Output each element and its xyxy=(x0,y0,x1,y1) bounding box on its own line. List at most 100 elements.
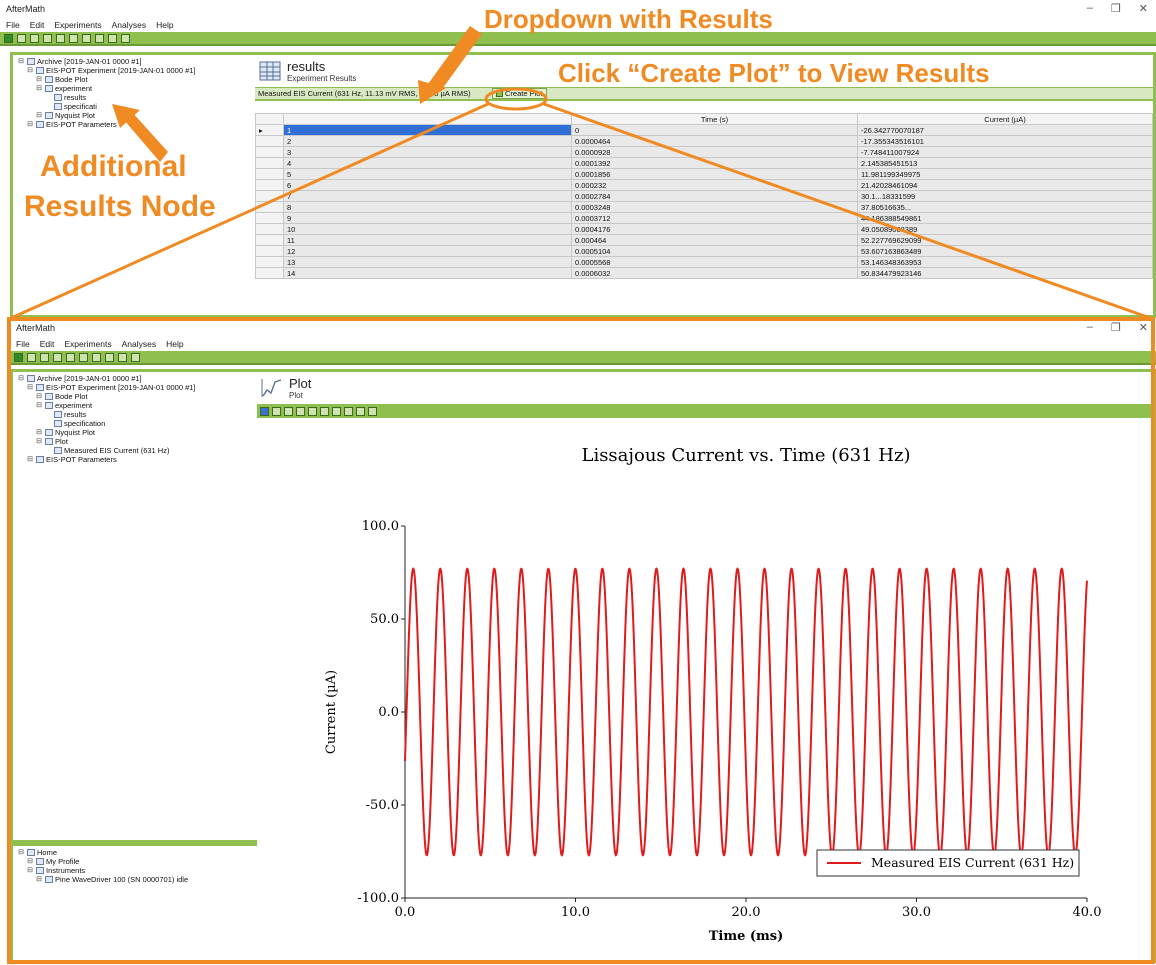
plot-new-icon[interactable] xyxy=(27,352,36,362)
plot-menu-edit[interactable]: Edit xyxy=(40,339,55,349)
plot-tree-node[interactable]: ⊟ Nyquist Plot xyxy=(17,428,253,437)
plot-chart-icon[interactable] xyxy=(131,352,140,362)
expand-toggle-icon[interactable]: ⊟ xyxy=(35,875,43,884)
plot-run-icon[interactable] xyxy=(14,352,23,362)
save-icon[interactable] xyxy=(43,33,52,43)
expand-toggle-icon[interactable]: ⊟ xyxy=(35,75,43,84)
plot-export-icon[interactable] xyxy=(66,352,75,362)
expand-toggle-icon[interactable]: ⊟ xyxy=(26,455,34,464)
plot-sum-icon[interactable] xyxy=(118,352,127,362)
row-selector[interactable] xyxy=(255,157,284,169)
home-tree-node[interactable]: ⊟ My Profile xyxy=(17,857,253,866)
cell-current[interactable]: 50.834479923146 xyxy=(857,267,1153,279)
table-row[interactable]: 2 0.0000464 -17.355343516101 xyxy=(255,135,1153,147)
close-icon[interactable]: ✕ xyxy=(1139,2,1148,15)
cell-index[interactable]: 6 xyxy=(283,179,572,191)
plot-menu-help[interactable]: Help xyxy=(166,339,183,349)
cell-current[interactable]: -26.342770070187 xyxy=(857,124,1153,136)
plot-minimize-icon[interactable]: – xyxy=(1087,321,1093,334)
cell-current[interactable]: 53.607163863489 xyxy=(857,245,1153,257)
top-tree-node[interactable]: ⊟ experiment xyxy=(17,84,251,93)
cell-index[interactable]: 10 xyxy=(283,223,572,235)
row-selector[interactable] xyxy=(255,135,284,147)
expand-toggle-icon[interactable]: ⊟ xyxy=(17,374,25,383)
print-icon[interactable] xyxy=(69,33,78,43)
menu-help[interactable]: Help xyxy=(156,20,173,30)
cell-current[interactable]: -17.355343516101 xyxy=(857,135,1153,147)
plot-close-icon[interactable]: ✕ xyxy=(1139,321,1148,334)
plot-save-icon[interactable] xyxy=(53,352,62,362)
cell-time[interactable]: 0.0005104 xyxy=(571,245,858,257)
expand-toggle-icon[interactable]: ⊟ xyxy=(17,57,25,66)
expand-toggle-icon[interactable]: ⊟ xyxy=(35,84,43,93)
expand-toggle-icon[interactable]: ⊟ xyxy=(35,392,43,401)
menu-analyses[interactable]: Analyses xyxy=(112,20,147,30)
row-selector[interactable] xyxy=(255,267,284,279)
expand-toggle-icon[interactable]: ⊟ xyxy=(35,401,43,410)
expand-toggle-icon[interactable]: ⊟ xyxy=(26,66,34,75)
plot-tree-node[interactable]: ⊟ Archive [2019-JAN-01 0000 #1] xyxy=(17,374,253,383)
menu-edit[interactable]: Edit xyxy=(30,20,45,30)
chart-icon[interactable] xyxy=(121,33,130,43)
table-row[interactable]: 13 0.0005568 53.146348363953 xyxy=(255,256,1153,268)
col-current-header[interactable]: Current (µA) xyxy=(857,113,1153,125)
row-selector[interactable] xyxy=(255,179,284,191)
cell-time[interactable]: 0.000232 xyxy=(571,179,858,191)
top-tree-node[interactable]: ⊟ EIS-POT Parameters xyxy=(17,120,251,129)
table-row[interactable]: 6 0.000232 21.42028461094 xyxy=(255,179,1153,191)
home-tree-node[interactable]: ⊟ Pine WaveDriver 100 (SN 0000701) idle xyxy=(17,875,253,884)
cell-time[interactable]: 0.0001392 xyxy=(571,157,858,169)
zoom-in-icon[interactable] xyxy=(296,406,305,416)
cell-time[interactable]: 0.0006032 xyxy=(571,267,858,279)
cell-index[interactable]: 11 xyxy=(283,234,572,246)
table-row[interactable]: 4 0.0001392 2.145385451513 xyxy=(255,157,1153,169)
table-row[interactable]: 14 0.0006032 50.834479923146 xyxy=(255,267,1153,279)
cell-current[interactable]: 52.227769629099 xyxy=(857,234,1153,246)
home-tree-node[interactable]: ⊟ Instruments xyxy=(17,866,253,875)
expand-toggle-icon[interactable]: ⊟ xyxy=(26,383,34,392)
cell-current[interactable]: 30.1...18331599 xyxy=(857,190,1153,202)
zoom-out-icon[interactable] xyxy=(308,406,317,416)
table-row[interactable]: 7 0.0002784 30.1...18331599 xyxy=(255,190,1153,202)
table-row[interactable]: ▸ 1 0 -26.342770070187 xyxy=(255,124,1153,136)
home-tree-node[interactable]: ⊟ Home xyxy=(17,848,253,857)
copy-icon[interactable] xyxy=(82,33,91,43)
expand-toggle-icon[interactable]: ⊟ xyxy=(17,848,25,857)
plot-menu-file[interactable]: File xyxy=(16,339,30,349)
cell-current[interactable]: 37.80516635... xyxy=(857,201,1153,213)
select-tool-icon[interactable] xyxy=(272,406,281,416)
plot-tree-node[interactable]: ⊟ EIS-POT Experiment [2019-JAN-01 0000 #1… xyxy=(17,383,253,392)
expand-toggle-icon[interactable]: ⊟ xyxy=(26,866,34,875)
top-tree-node[interactable]: ⊟ Archive [2019-JAN-01 0000 #1] xyxy=(17,57,251,66)
plot-tree-node[interactable]: Measured EIS Current (631 Hz) xyxy=(17,446,253,455)
cell-time[interactable]: 0.0001856 xyxy=(571,168,858,180)
expand-toggle-icon[interactable]: ⊟ xyxy=(26,857,34,866)
row-selector[interactable] xyxy=(255,190,284,202)
expand-toggle-icon[interactable]: ⊟ xyxy=(26,120,34,129)
row-selector[interactable]: ▸ xyxy=(255,124,284,136)
row-selector[interactable] xyxy=(255,256,284,268)
plot-analyze-icon[interactable] xyxy=(105,352,114,362)
plot-tree-node[interactable]: ⊟ Plot xyxy=(17,437,253,446)
restore-icon[interactable]: ❐ xyxy=(1111,2,1121,15)
expand-toggle-icon[interactable]: ⊟ xyxy=(35,437,43,446)
run-icon[interactable] xyxy=(4,33,13,43)
table-row[interactable]: 10 0.0004176 49.05089008389 xyxy=(255,223,1153,235)
cell-current[interactable]: 21.42028461094 xyxy=(857,179,1153,191)
cell-index[interactable]: 5 xyxy=(283,168,572,180)
plot-tree-node[interactable]: ⊟ EIS-POT Parameters xyxy=(17,455,253,464)
cell-current[interactable]: 2.145385451513 xyxy=(857,157,1153,169)
copy-plot-icon[interactable] xyxy=(344,406,353,416)
expand-toggle-icon[interactable]: ⊟ xyxy=(35,428,43,437)
table-row[interactable]: 8 0.0003248 37.80516635... xyxy=(255,201,1153,213)
plot-menu-analyses[interactable]: Analyses xyxy=(122,339,157,349)
plot-tree-node[interactable]: specification xyxy=(17,419,253,428)
home-view-icon[interactable] xyxy=(368,406,377,416)
row-selector[interactable] xyxy=(255,234,284,246)
table-row[interactable]: 12 0.0005104 53.607163863489 xyxy=(255,245,1153,257)
top-tree-node[interactable]: ⊟ Bode Plot xyxy=(17,75,251,84)
cell-index[interactable]: 2 xyxy=(283,135,572,147)
top-tree-node[interactable]: ⊟ EIS-POT Experiment [2019-JAN-01 0000 #1… xyxy=(17,66,251,75)
plot-copy-icon[interactable] xyxy=(92,352,101,362)
export-icon[interactable] xyxy=(56,33,65,43)
